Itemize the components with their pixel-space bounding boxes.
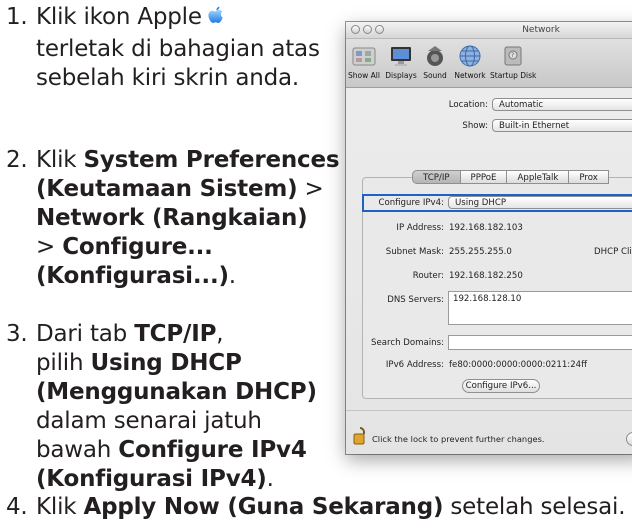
window-title: Network bbox=[522, 25, 560, 35]
network-button[interactable]: Network bbox=[452, 43, 488, 80]
step-bold-text: (Konfigurasi IPv4) bbox=[36, 466, 267, 492]
step-text: Klik bbox=[36, 494, 84, 520]
displays-button[interactable]: Displays bbox=[384, 43, 418, 80]
step-bold-text: (Konfigurasi...) bbox=[36, 263, 229, 289]
dns-servers-field[interactable]: 192.168.128.10 bbox=[448, 291, 632, 325]
step-text: Klik ikon Apple bbox=[36, 4, 202, 30]
tab-bar: TCP/IP PPPoE AppleTalk Prox bbox=[412, 170, 609, 184]
toolbar-label: Displays bbox=[385, 71, 417, 80]
step-number: 4. bbox=[6, 494, 28, 520]
step-number: 3. bbox=[6, 321, 28, 347]
ip-address-label: IP Address: bbox=[396, 223, 444, 233]
show-label: Show: bbox=[462, 121, 488, 131]
router-label: Router: bbox=[412, 271, 444, 281]
tab-appletalk[interactable]: AppleTalk bbox=[507, 170, 570, 184]
startup-disk-button[interactable]: ? Startup Disk bbox=[490, 43, 536, 80]
step-bold-text: Configure IPv4 bbox=[118, 437, 307, 463]
divider bbox=[346, 410, 632, 411]
router-value: 192.168.182.250 bbox=[449, 271, 523, 281]
step-text: . bbox=[266, 466, 274, 492]
location-label: Location: bbox=[448, 100, 488, 110]
network-globe-icon bbox=[457, 43, 483, 69]
toolbar-label: Startup Disk bbox=[490, 71, 537, 80]
speaker-icon bbox=[422, 43, 448, 69]
dhcp-client-id-label: DHCP Cli bbox=[594, 247, 632, 257]
step-number: 1. bbox=[6, 4, 28, 30]
title-bar: Network bbox=[346, 22, 632, 39]
step-bold-text: TCP/IP bbox=[134, 321, 217, 347]
step-bold-text: (Menggunakan DHCP) bbox=[36, 379, 317, 405]
step-bold-text: System Preferences bbox=[83, 147, 340, 173]
tab-pppoe[interactable]: PPPoE bbox=[460, 170, 508, 184]
step-text: Klik bbox=[36, 147, 84, 173]
preferences-toolbar: Show All Displays Sound Network ? Startu… bbox=[346, 39, 632, 88]
step-bold-text: Apply Now (Guna Sekarang) bbox=[83, 494, 444, 520]
search-domains-field[interactable] bbox=[448, 335, 632, 350]
help-button[interactable] bbox=[626, 432, 632, 446]
lock-message: Click the lock to prevent further change… bbox=[372, 434, 545, 444]
network-preferences-window: Network Show All Displays Sound Network bbox=[346, 22, 632, 454]
show-all-icon bbox=[351, 43, 377, 69]
toolbar-label: Network bbox=[454, 71, 486, 80]
step-bold-text: Configure... bbox=[62, 234, 213, 260]
ipv6-address-label: IPv6 Address: bbox=[385, 360, 444, 370]
configure-ipv6-button[interactable]: Configure IPv6... bbox=[462, 379, 540, 393]
svg-text:?: ? bbox=[511, 52, 514, 59]
show-popup[interactable]: Built-in Ethernet bbox=[492, 119, 632, 132]
tab-tcpip[interactable]: TCP/IP bbox=[412, 170, 461, 184]
displays-icon bbox=[388, 43, 414, 69]
show-all-button[interactable]: Show All bbox=[348, 43, 380, 80]
step-text: Dari tab bbox=[36, 321, 135, 347]
sound-button[interactable]: Sound bbox=[420, 43, 450, 80]
dns-servers-label: DNS Servers: bbox=[387, 295, 444, 305]
step-text: , bbox=[216, 321, 224, 347]
step-text: > bbox=[36, 234, 63, 260]
step-bold-text: Network (Rangkaian) bbox=[36, 205, 308, 231]
apple-logo-icon bbox=[206, 5, 226, 35]
network-pane: Location: Automatic Show: Built-in Ether… bbox=[346, 88, 632, 454]
step-number: 2. bbox=[6, 147, 28, 173]
subnet-mask-value: 255.255.255.0 bbox=[449, 247, 512, 257]
location-popup[interactable]: Automatic bbox=[492, 98, 632, 111]
step-bold-text: Using DHCP bbox=[90, 350, 242, 376]
step-text: pilih bbox=[36, 350, 91, 376]
step-text: bawah bbox=[36, 437, 119, 463]
lock-icon[interactable] bbox=[352, 427, 368, 448]
ip-address-value: 192.168.182.103 bbox=[449, 223, 523, 233]
tab-proxies[interactable]: Prox bbox=[569, 170, 609, 184]
step-bold-text: (Keutamaan Sistem) bbox=[36, 176, 298, 202]
toolbar-label: Show All bbox=[348, 71, 380, 80]
step-text: dalam senarai jatuh bbox=[36, 408, 262, 434]
step-text: terletak di bahagian atas bbox=[36, 36, 320, 62]
step-text: sebelah kiri skrin anda. bbox=[36, 65, 300, 91]
step-text: . bbox=[228, 263, 236, 289]
search-domains-label: Search Domains: bbox=[371, 338, 444, 348]
ipv6-address-value: fe80:0000:0000:0000:0211:24ff bbox=[449, 360, 588, 370]
step-text: setelah selesai. bbox=[443, 494, 626, 520]
toolbar-label: Sound bbox=[423, 71, 447, 80]
configure-ipv4-highlight bbox=[362, 194, 632, 212]
subnet-mask-label: Subnet Mask: bbox=[385, 247, 444, 257]
step-text: > bbox=[297, 176, 324, 202]
startup-disk-icon: ? bbox=[500, 43, 526, 69]
